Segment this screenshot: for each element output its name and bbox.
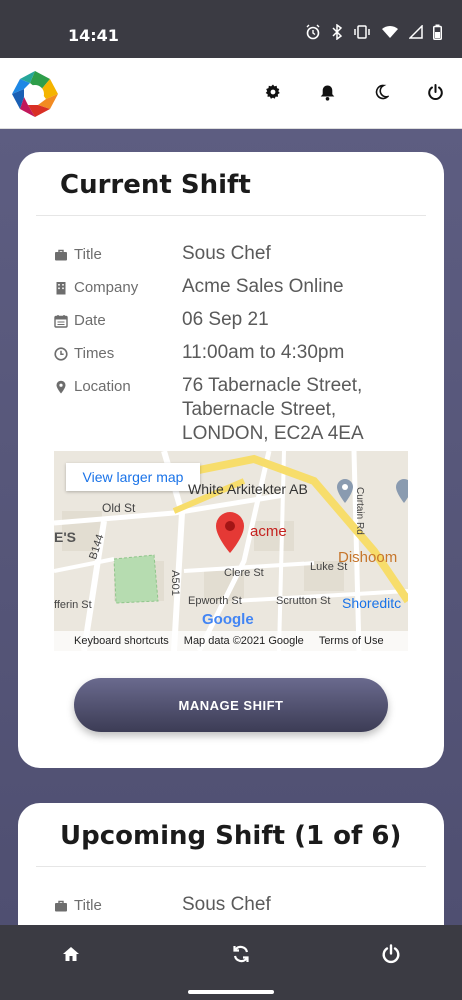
divider [36, 215, 426, 216]
manage-shift-button[interactable]: MANAGE SHIFT [74, 678, 388, 732]
power-icon[interactable] [424, 81, 446, 103]
map-label: White Arkitekter AB [188, 481, 308, 497]
field-value: 06 Sep 21 [182, 309, 269, 330]
map-label: Curtain Rd [354, 487, 365, 535]
upcoming-shift-card: Upcoming Shift (1 of 6) Title Sous Chef [18, 803, 444, 925]
field-label: Title [74, 246, 102, 263]
bluetooth-icon [332, 24, 343, 40]
terms-of-use-link[interactable]: Terms of Use [319, 635, 384, 647]
field-label: Title [74, 897, 102, 914]
google-logo: Google [202, 611, 254, 628]
field-value: Sous Chef [182, 894, 271, 915]
field-value: Sous Chef [182, 243, 271, 264]
building-icon [56, 281, 66, 294]
briefcase-icon [55, 249, 67, 260]
map-label: Scrutton St [276, 595, 331, 607]
status-time: 14:41 [68, 26, 119, 45]
status-icons [305, 24, 442, 40]
status-bar: 14:41 [0, 0, 462, 58]
map-footer: Keyboard shortcuts Map data ©2021 Google… [54, 631, 408, 651]
current-shift-heading: Current Shift [60, 170, 251, 200]
clock-icon [54, 346, 68, 361]
moon-icon[interactable] [370, 81, 392, 103]
field-label: Company [74, 279, 139, 296]
home-icon[interactable] [58, 941, 84, 967]
current-shift-card: Current Shift Title Sous Chef Company Ac… [18, 152, 444, 768]
map-label: Luke St [310, 561, 348, 573]
bell-icon[interactable] [316, 81, 338, 103]
map-label: A501 [168, 570, 181, 596]
briefcase-icon [55, 900, 67, 911]
alarm-icon [306, 24, 320, 40]
upcoming-shift-heading: Upcoming Shift (1 of 6) [60, 821, 402, 851]
refresh-icon[interactable] [228, 941, 254, 967]
map-label: fferin St [54, 599, 92, 611]
map-label: Old St [102, 501, 136, 515]
map-label: Shoreditc [342, 595, 402, 611]
signal-icon [409, 25, 423, 39]
field-value: 76 Tabernacle Street, Tabernacle Street,… [182, 375, 364, 444]
view-larger-map-link[interactable]: View larger map [66, 463, 200, 491]
app-bar [0, 58, 462, 129]
map-label: Epworth St [188, 595, 242, 607]
bottom-nav [0, 925, 462, 1000]
field-value: Acme Sales Online [182, 276, 344, 297]
field-label: Location [74, 378, 131, 395]
field-value: 11:00am to 4:30pm [182, 342, 345, 363]
location-map[interactable]: View larger map White Arkitekter AB Old … [54, 451, 408, 651]
map-marker-label: acme [250, 523, 287, 540]
map-marker-icon [56, 380, 66, 393]
home-indicator[interactable] [188, 990, 274, 994]
divider [36, 866, 426, 867]
map-label: E'S [54, 529, 77, 545]
keyboard-shortcuts-link[interactable]: Keyboard shortcuts [74, 635, 169, 647]
wifi-icon [382, 25, 398, 38]
field-label: Date [74, 312, 106, 329]
map-label: Clere St [224, 567, 264, 579]
main-content[interactable]: Current Shift Title Sous Chef Company Ac… [0, 129, 462, 925]
app-logo[interactable] [10, 69, 60, 119]
map-data-text: Map data ©2021 Google [183, 635, 304, 647]
settings-icon[interactable] [262, 81, 284, 103]
power-icon[interactable] [378, 941, 404, 967]
field-label: Times [74, 345, 115, 362]
vibrate-icon [354, 25, 370, 39]
calendar-icon [54, 314, 68, 328]
battery-icon [433, 24, 442, 40]
